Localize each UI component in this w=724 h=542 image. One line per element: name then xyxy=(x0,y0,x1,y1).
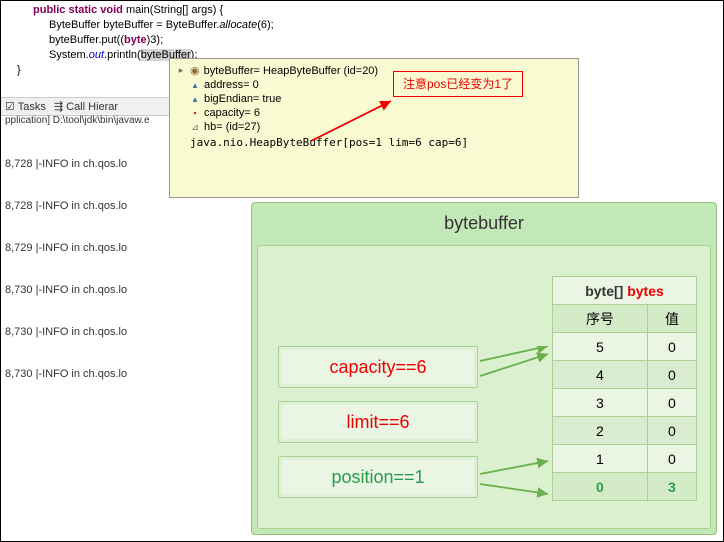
limit-label: limit==6 xyxy=(278,401,478,443)
console-line: 8,730 |-INFO in ch.qos.lo xyxy=(5,325,177,339)
code-line-3: byteBuffer.put((byte)3); xyxy=(9,33,715,48)
table-row: 50 xyxy=(553,333,697,361)
execution-path: pplication] D:\tool\jdk\bin\javaw.e xyxy=(1,114,181,127)
code-line-2: ByteBuffer byteBuffer = ByteBuffer.alloc… xyxy=(9,18,715,33)
col-index: 序号 xyxy=(553,305,648,333)
table-row: 30 xyxy=(553,389,697,417)
position-label: position==1 xyxy=(278,456,478,498)
console-line: 8,728 |-INFO in ch.qos.lo xyxy=(5,157,177,171)
bytes-table: byte[] bytes 序号值 50 40 30 20 10 03 xyxy=(552,276,697,501)
tab-tasks[interactable]: ☑ Tasks xyxy=(5,100,46,113)
table-row: 03 xyxy=(553,473,697,501)
console-line: 8,728 |-INFO in ch.qos.lo xyxy=(5,199,177,213)
table-row: 20 xyxy=(553,417,697,445)
diagram-inner: capacity==6 limit==6 position==1 byte[] … xyxy=(257,245,711,529)
code-line-1: public static void main(String[] args) { xyxy=(9,3,715,18)
console-line: 8,730 |-INFO in ch.qos.lo xyxy=(5,283,177,297)
bytebuffer-diagram: bytebuffer capacity==6 limit==6 position… xyxy=(251,202,717,535)
tab-call-hierarchy[interactable]: ⇶ Call Hierar xyxy=(54,100,118,113)
annotation-box: 注意pos已经变为1了 xyxy=(393,71,523,97)
bytes-header: byte[] bytes xyxy=(553,277,697,305)
console-line: 8,730 |-INFO in ch.qos.lo xyxy=(5,367,177,381)
arrows-icon xyxy=(478,346,553,506)
console-line: 8,729 |-INFO in ch.qos.lo xyxy=(5,241,177,255)
console-output[interactable]: 8,728 |-INFO in ch.qos.lo 8,728 |-INFO i… xyxy=(1,128,181,396)
col-value: 值 xyxy=(647,305,696,333)
debug-var-capacity[interactable]: ▪capacity= 6 xyxy=(176,106,572,120)
table-row: 10 xyxy=(553,445,697,473)
debug-var-hb[interactable]: ⊿hb= (id=27) xyxy=(176,120,572,134)
diagram-title: bytebuffer xyxy=(252,203,716,240)
capacity-label: capacity==6 xyxy=(278,346,478,388)
debug-tostring: java.nio.HeapByteBuffer[pos=1 lim=6 cap=… xyxy=(176,134,572,151)
table-row: 40 xyxy=(553,361,697,389)
